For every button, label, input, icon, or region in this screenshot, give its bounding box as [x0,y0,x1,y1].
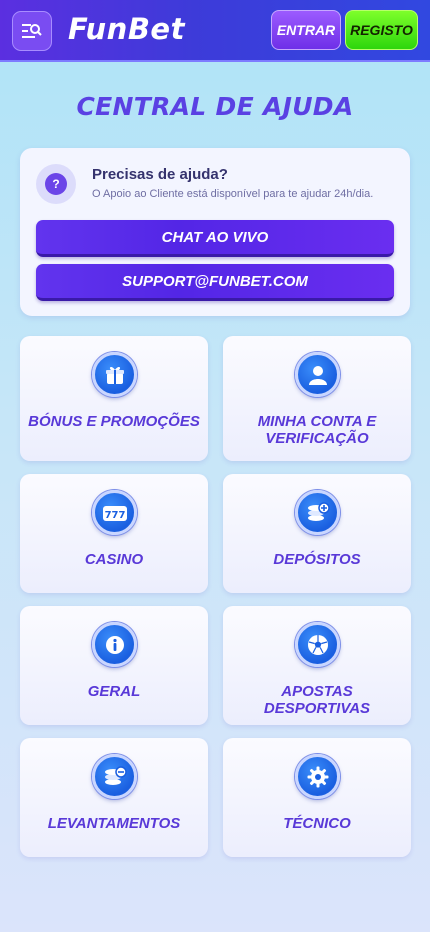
category-withdrawals[interactable]: LEVANTAMENTOS [20,738,208,857]
gear-icon [295,754,340,799]
category-general[interactable]: GERAL [20,606,208,725]
category-label: CASINO [84,551,144,568]
user-icon [295,352,340,397]
category-label: GERAL [87,683,141,700]
login-button[interactable]: ENTRAR [271,10,341,50]
category-account[interactable]: MINHA CONTA E VERIFICAÇÃO [223,336,411,461]
category-label: LEVANTAMENTOS [47,815,181,832]
question-icon: ? [36,164,76,204]
category-label: BÓNUS E PROMOÇÕES [28,413,200,430]
category-label: MINHA CONTA E VERIFICAÇÃO [257,413,377,447]
page-title: CENTRAL DE AJUDA [76,92,354,121]
brand-logo[interactable]: FunBet [68,12,185,46]
help-subtitle: O Apoio ao Cliente está disponível para … [92,188,374,200]
category-bonus[interactable]: BÓNUS E PROMOÇÕES [20,336,208,461]
slot-machine-icon: 777 [92,490,137,535]
menu-button[interactable] [12,11,52,51]
category-technical[interactable]: TÉCNICO [223,738,411,857]
live-chat-button[interactable]: CHAT AO VIVO [36,220,394,257]
category-label: APOSTAS DESPORTIVAS [263,683,371,717]
category-casino[interactable]: 777 CASINO [20,474,208,593]
menu-search-icon [22,24,42,38]
register-button[interactable]: REGISTO [345,10,418,50]
coins-minus-icon [92,754,137,799]
help-title: Precisas de ajuda? [92,166,228,183]
category-label: TÉCNICO [283,815,351,832]
category-label: DEPÓSITOS [273,551,361,568]
gift-icon [92,352,137,397]
soccer-ball-icon [295,622,340,667]
help-card: ? Precisas de ajuda? O Apoio ao Cliente … [20,148,410,316]
category-deposits[interactable]: DEPÓSITOS [223,474,411,593]
coins-plus-icon [295,490,340,535]
support-email-button[interactable]: SUPPORT@FUNBET.COM [36,264,394,301]
top-bar: FunBet ENTRAR REGISTO [0,0,430,62]
category-sports-betting[interactable]: APOSTAS DESPORTIVAS [223,606,411,725]
info-icon [92,622,137,667]
svg-text:777: 777 [104,510,125,521]
